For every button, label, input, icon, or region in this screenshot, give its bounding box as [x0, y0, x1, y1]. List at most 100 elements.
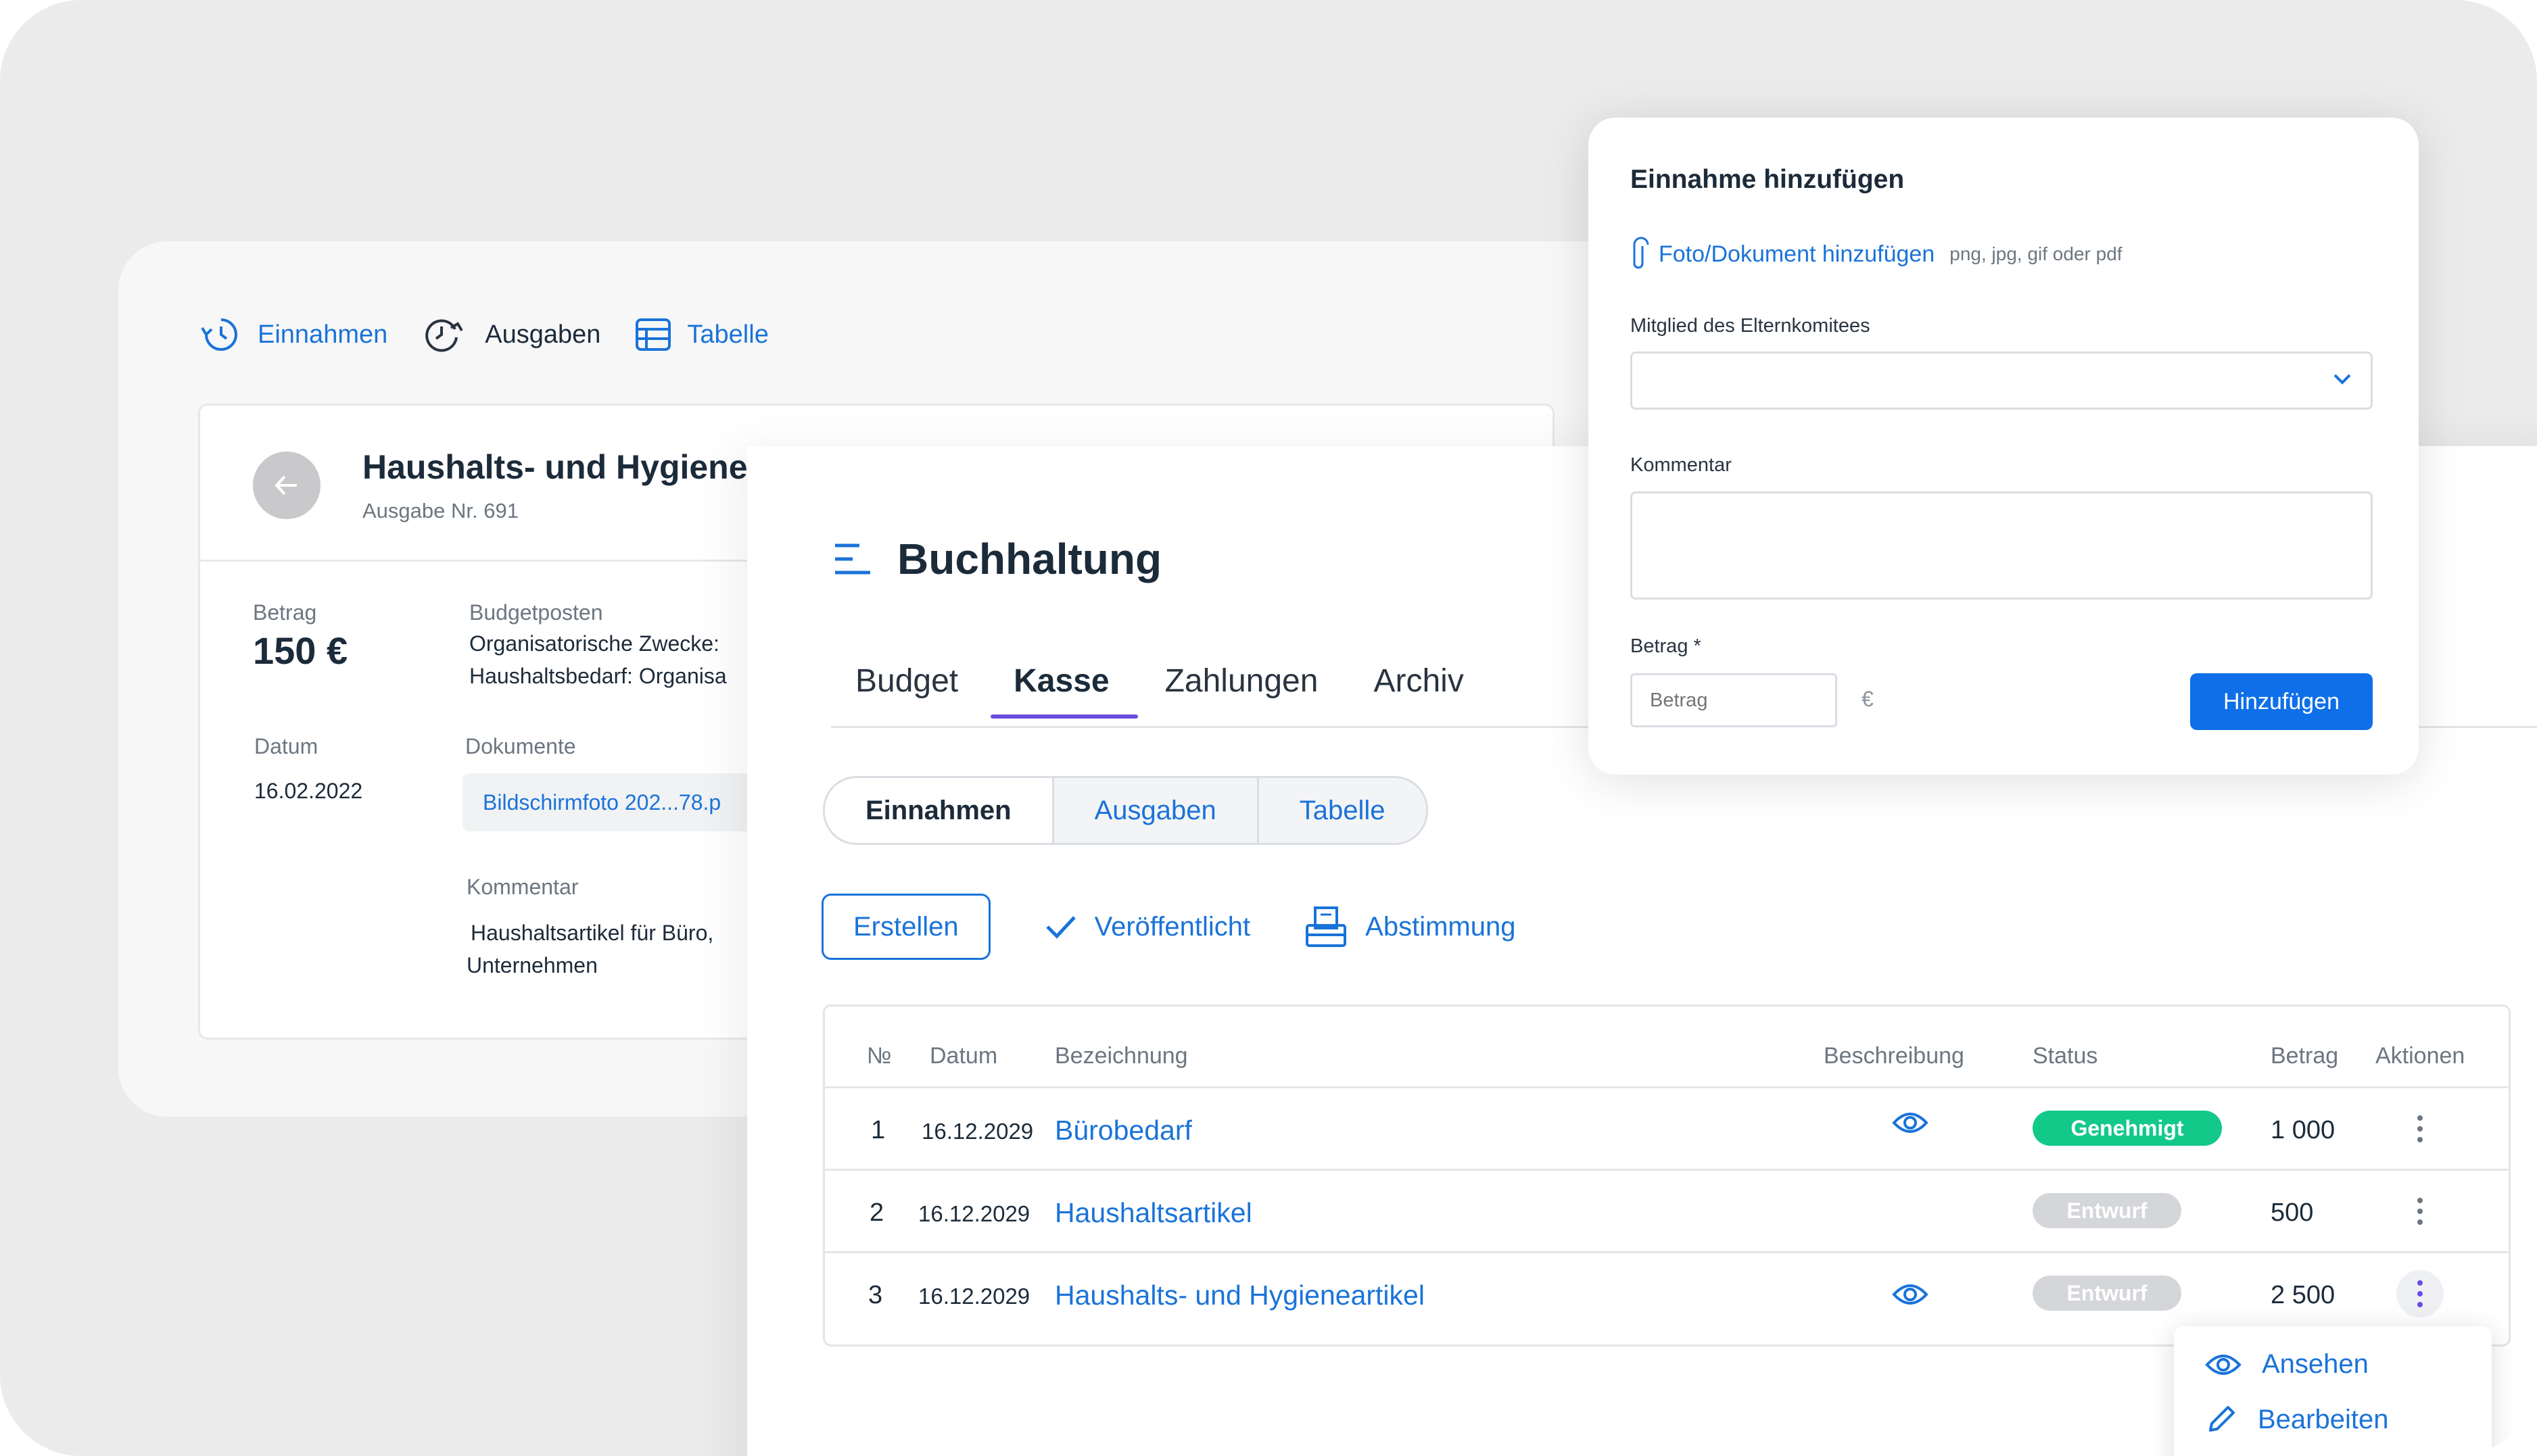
published-filter[interactable]: Veröffentlicht — [1045, 911, 1251, 942]
tab-income[interactable]: Einnahmen — [199, 316, 387, 354]
dialog-title: Einnahme hinzufügen — [1630, 165, 1905, 194]
currency-symbol: € — [1862, 687, 1874, 711]
status-badge: Genehmigt — [2033, 1111, 2222, 1146]
row-actions-menu: Ansehen Bearbeiten — [2174, 1326, 2492, 1456]
col-actions: Aktionen — [2375, 1043, 2465, 1069]
kebab-icon — [2417, 1115, 2423, 1142]
row-1-name-link[interactable]: Bürobedarf — [1055, 1115, 1192, 1146]
tab-expenses[interactable]: Ausgaben — [421, 316, 600, 354]
budget-line-1: Organisatorische Zwecke: — [469, 631, 719, 656]
row-divider — [825, 1086, 2509, 1088]
col-name: Bezeichnung — [1055, 1043, 1188, 1069]
menu-item-view[interactable]: Ansehen — [2205, 1349, 2369, 1380]
col-description: Beschreibung — [1824, 1043, 1964, 1069]
amount-input[interactable] — [1630, 673, 1837, 727]
table-icon — [636, 318, 671, 351]
row-2-name-link[interactable]: Haushaltsartikel — [1055, 1197, 1252, 1229]
segment-control: Einnahmen Ausgaben Tabelle — [823, 776, 1428, 845]
col-status: Status — [2033, 1043, 2098, 1069]
expense-number: Ausgabe Nr. 691 — [362, 499, 519, 523]
comment-textarea[interactable] — [1630, 491, 2373, 600]
ballot-box-icon — [1306, 906, 1347, 947]
action-bar: Erstellen Veröffentlicht Abstimmung — [822, 894, 1515, 960]
tab-income-label: Einnahmen — [258, 320, 388, 349]
menu-item-edit-label: Bearbeiten — [2258, 1404, 2389, 1434]
tab-table-label: Tabelle — [687, 320, 769, 349]
pencil-icon — [2209, 1406, 2235, 1432]
tab-kasse[interactable]: Kasse — [991, 662, 1139, 719]
kebab-icon — [2417, 1198, 2423, 1225]
menu-item-view-label: Ansehen — [2262, 1349, 2369, 1379]
row-2-amount: 500 — [2271, 1198, 2314, 1227]
main-tabs: Budget Kasse Zahlungen Archiv — [855, 662, 1519, 719]
budget-line-2: Haushaltsbedarf: Organisa — [469, 664, 727, 688]
row-1-date: 16.12.2029 — [922, 1119, 1034, 1144]
row-3-number: 3 — [868, 1281, 883, 1309]
menu-item-edit[interactable]: Bearbeiten — [2205, 1403, 2388, 1436]
expense-title: Haushalts- und Hygiene — [362, 448, 748, 486]
comment-label: Kommentar — [467, 875, 579, 899]
income-table: № Datum Bezeichnung Beschreibung Status … — [823, 1004, 2511, 1346]
amount-label: Betrag * — [1630, 635, 1701, 657]
segment-income[interactable]: Einnahmen — [825, 778, 1054, 843]
segment-expenses[interactable]: Ausgaben — [1053, 778, 1259, 843]
published-label: Veröffentlicht — [1094, 911, 1251, 942]
amount-value: 150 € — [253, 629, 348, 672]
segment-table[interactable]: Tabelle — [1258, 778, 1426, 843]
app-canvas: Einnahmen Ausgaben Tabelle Haushalts- un… — [0, 0, 2537, 1456]
add-button[interactable]: Hinzufügen — [2190, 673, 2373, 730]
row-3-amount: 2 500 — [2271, 1281, 2336, 1309]
menu-icon[interactable] — [832, 541, 873, 577]
income-clock-icon — [201, 318, 237, 351]
member-select[interactable] — [1630, 351, 2373, 410]
row-2-date: 16.12.2029 — [918, 1201, 1030, 1226]
member-label: Mitglied des Elternkomitees — [1630, 315, 1870, 337]
kebab-icon — [2417, 1280, 2423, 1307]
budget-label: Budgetposten — [469, 600, 603, 625]
row-divider — [825, 1169, 2509, 1171]
comment-line-1: Haushaltsartikel für Büro, — [471, 921, 714, 945]
eye-icon[interactable] — [1892, 1109, 1928, 1136]
upload-hint: png, jpg, gif oder pdf — [1949, 243, 2123, 264]
upload-row: Foto/Dokument hinzufügen png, jpg, gif o… — [1630, 237, 2123, 272]
row-actions-button[interactable] — [2396, 1188, 2444, 1235]
tab-expenses-label: Ausgaben — [485, 320, 601, 349]
page-title: Buchhaltung — [897, 535, 1162, 583]
col-number: № — [867, 1043, 892, 1069]
date-value: 16.02.2022 — [254, 779, 363, 803]
tab-table[interactable]: Tabelle — [634, 316, 769, 354]
row-2-number: 2 — [870, 1198, 884, 1227]
expense-clock-icon — [425, 319, 463, 352]
create-button[interactable]: Erstellen — [822, 894, 991, 960]
col-amount: Betrag — [2271, 1043, 2339, 1069]
chevron-down-icon — [2333, 374, 2351, 385]
add-income-dialog: Einnahme hinzufügen Foto/Dokument hinzuf… — [1588, 118, 2419, 775]
row-divider — [825, 1251, 2509, 1253]
row-3-name-link[interactable]: Haushalts- und Hygieneartikel — [1055, 1280, 1425, 1311]
row-actions-button[interactable] — [2396, 1105, 2444, 1152]
document-link[interactable]: Bildschirmfoto 202...78.p — [463, 773, 767, 831]
documents-label: Dokumente — [465, 734, 576, 758]
tab-budget[interactable]: Budget — [855, 662, 958, 719]
back-top-tabs: Einnahmen Ausgaben Tabelle — [199, 316, 803, 354]
row-1-amount: 1 000 — [2271, 1116, 2336, 1144]
tab-archive[interactable]: Archiv — [1373, 662, 1463, 719]
comment-line-2: Unternehmen — [467, 953, 598, 977]
eye-icon[interactable] — [1892, 1281, 1928, 1308]
row-actions-button[interactable] — [2396, 1270, 2444, 1317]
row-1-number: 1 — [871, 1116, 886, 1144]
status-badge: Entwurf — [2033, 1193, 2181, 1228]
status-badge: Entwurf — [2033, 1276, 2181, 1311]
comment-label: Kommentar — [1630, 454, 1732, 476]
amount-label: Betrag — [253, 600, 317, 625]
check-icon — [1045, 916, 1076, 939]
date-label: Datum — [254, 734, 318, 758]
col-date: Datum — [930, 1043, 998, 1069]
upload-link[interactable]: Foto/Dokument hinzufügen — [1659, 241, 1935, 268]
tab-payments[interactable]: Zahlungen — [1165, 662, 1319, 719]
eye-icon — [2205, 1354, 2242, 1375]
vote-filter[interactable]: Abstimmung — [1304, 905, 1515, 948]
paperclip-icon — [1633, 237, 1649, 269]
vote-label: Abstimmung — [1365, 911, 1516, 942]
back-button[interactable] — [253, 452, 321, 519]
